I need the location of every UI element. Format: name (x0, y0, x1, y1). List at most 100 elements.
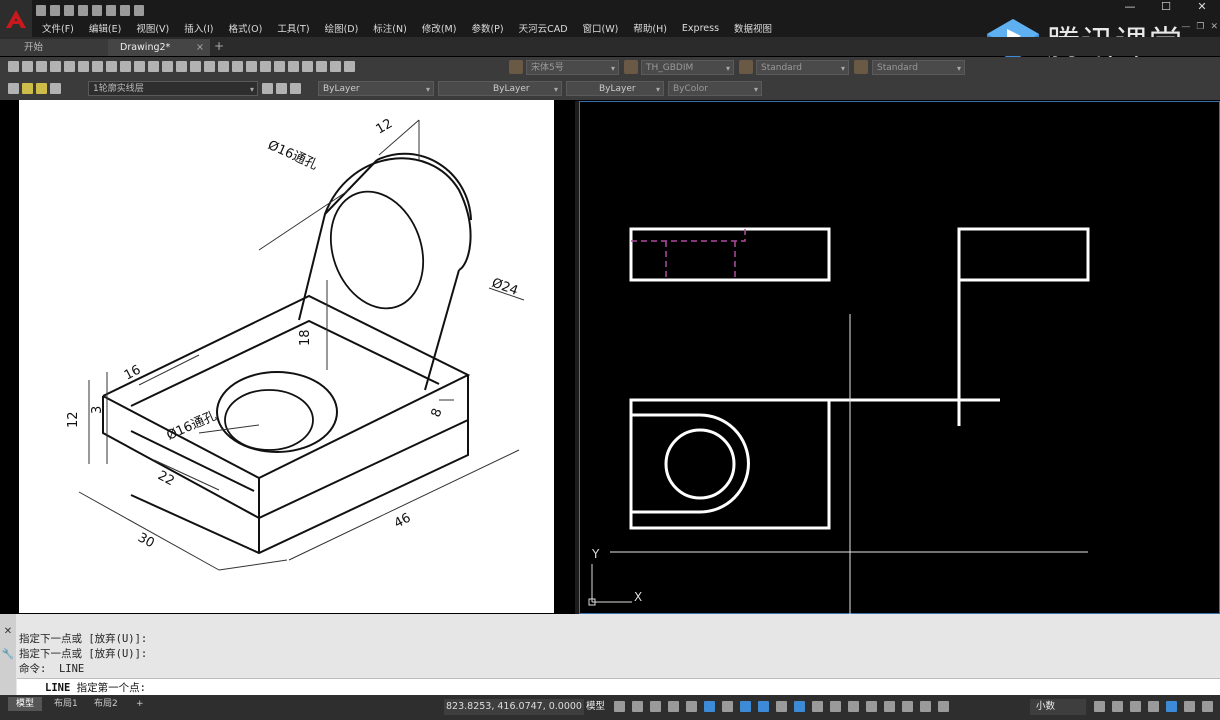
layout-tab-model[interactable]: 模型 (8, 697, 43, 711)
match-properties-icon[interactable] (148, 61, 159, 72)
menu-help[interactable]: 帮助(H) (627, 21, 676, 35)
infer-constraints-icon[interactable] (650, 701, 661, 712)
tab-close-icon[interactable]: × (196, 39, 204, 56)
command-customize-icon[interactable]: 🔧 (0, 649, 16, 660)
menu-express[interactable]: Express (676, 23, 728, 34)
print-icon[interactable] (50, 61, 61, 72)
block-editor-icon[interactable] (162, 61, 173, 72)
menu-dimension[interactable]: 标注(N) (367, 21, 416, 35)
cut-icon[interactable] (106, 61, 117, 72)
menu-data-view[interactable]: 数据视图 (728, 21, 781, 35)
sheet-set-icon[interactable] (302, 61, 313, 72)
menu-edit[interactable]: 编辑(E) (83, 21, 130, 35)
close-icon[interactable]: ✕ (1184, 0, 1220, 14)
selection-filter-icon[interactable] (866, 701, 877, 712)
annotation-visibility-icon[interactable] (902, 701, 913, 712)
hardware-acceleration-icon[interactable] (1148, 701, 1159, 712)
text-style-select[interactable]: 宋体5号 (526, 60, 619, 75)
zoom-previous-icon[interactable] (246, 61, 257, 72)
menu-draw[interactable]: 绘图(D) (319, 21, 368, 35)
quick-properties-icon[interactable] (1094, 701, 1105, 712)
print-preview-icon[interactable] (64, 61, 75, 72)
save-icon[interactable] (64, 4, 74, 16)
menu-parametric[interactable]: 参数(P) (465, 21, 512, 35)
isolate-objects-icon[interactable] (1130, 701, 1141, 712)
command-window-handle[interactable]: ✕ 🔧 (0, 614, 16, 695)
help-icon[interactable] (344, 61, 355, 72)
save-icon[interactable] (36, 61, 47, 72)
menu-tianhe-cad[interactable]: 天河云CAD (513, 21, 577, 35)
minimize-icon[interactable]: — (1112, 0, 1148, 14)
text-style-icon[interactable] (509, 60, 523, 74)
dim-style-icon[interactable] (624, 60, 638, 74)
new-file-icon[interactable] (36, 4, 46, 16)
linetype-select[interactable]: ByLayer (438, 81, 562, 96)
menu-view[interactable]: 视图(V) (130, 21, 178, 35)
layer-on-bulb-icon[interactable] (22, 83, 33, 94)
object-snap-icon[interactable] (758, 701, 769, 712)
menu-window[interactable]: 窗口(W) (577, 21, 628, 35)
lineweight-select[interactable]: ByLayer (566, 81, 664, 96)
model-space-toggle[interactable]: 模型 (586, 699, 605, 715)
snap-icon[interactable] (632, 701, 643, 712)
customization-icon[interactable] (1184, 701, 1195, 712)
layout-tab-2[interactable]: 布局2 (86, 697, 126, 711)
design-center-icon[interactable] (274, 61, 285, 72)
layer-select[interactable]: 1轮廓实线层 (88, 81, 258, 96)
3d-print-icon[interactable] (92, 61, 103, 72)
lock-ui-icon[interactable] (1112, 701, 1123, 712)
menu-modify[interactable]: 修改(M) (416, 21, 466, 35)
tab-drawing2[interactable]: Drawing2* × (108, 39, 210, 56)
workspace-gear-icon[interactable] (920, 701, 931, 712)
menu-tools[interactable]: 工具(T) (271, 21, 318, 35)
table-style-icon[interactable] (739, 60, 753, 74)
dim-style-select[interactable]: TH_GBDIM (641, 60, 734, 75)
tool-palettes-icon[interactable] (288, 61, 299, 72)
plot-icon[interactable] (92, 4, 102, 16)
transparency-icon[interactable] (794, 701, 805, 712)
selection-cycling-icon[interactable] (812, 701, 823, 712)
drawing-viewport[interactable]: Y X (579, 101, 1220, 615)
application-menu-button[interactable] (0, 0, 32, 37)
layer-previous-icon[interactable] (276, 83, 287, 94)
copy-icon[interactable] (120, 61, 131, 72)
dynamic-input-icon[interactable] (668, 701, 679, 712)
maximize-icon[interactable]: ☐ (1148, 0, 1184, 14)
new-icon[interactable] (8, 61, 19, 72)
layer-states-icon[interactable] (290, 83, 301, 94)
open-icon[interactable] (22, 61, 33, 72)
annotation-monitor-icon[interactable] (938, 701, 949, 712)
qat-dropdown-icon[interactable] (134, 4, 144, 16)
layout-tab-1[interactable]: 布局1 (46, 697, 86, 711)
layer-lock-icon[interactable] (50, 83, 61, 94)
paste-icon[interactable] (134, 61, 145, 72)
object-snap-tracking-icon[interactable] (740, 701, 751, 712)
publish-icon[interactable] (78, 61, 89, 72)
units-select[interactable]: 小数 (1030, 699, 1086, 715)
command-input[interactable]: LINE 指定第一个点: (17, 678, 1220, 695)
dynamic-ucs-icon[interactable] (848, 701, 859, 712)
doc-close-icon[interactable]: ✕ (1210, 22, 1218, 32)
menu-file[interactable]: 文件(F) (36, 21, 83, 35)
polar-tracking-icon[interactable] (704, 701, 715, 712)
properties-icon[interactable] (260, 61, 271, 72)
doc-restore-icon[interactable]: ❐ (1196, 22, 1204, 32)
mleader-style-icon[interactable] (854, 60, 868, 74)
layer-freeze-sun-icon[interactable] (36, 83, 47, 94)
gizmo-icon[interactable] (884, 701, 895, 712)
mleader-style-select[interactable]: Standard (872, 60, 965, 75)
grid-icon[interactable] (614, 701, 625, 712)
lineweight-display-icon[interactable] (776, 701, 787, 712)
add-layout-button[interactable]: + (128, 697, 152, 711)
new-tab-button[interactable]: + (214, 39, 224, 53)
color-select[interactable]: ByLayer (318, 81, 434, 96)
menu-insert[interactable]: 插入(I) (178, 21, 222, 35)
status-menu-icon[interactable] (1202, 701, 1213, 712)
table-style-select[interactable]: Standard (756, 60, 849, 75)
isometric-icon[interactable] (722, 701, 733, 712)
quickcalc-icon[interactable] (330, 61, 341, 72)
menu-format[interactable]: 格式(O) (222, 21, 271, 35)
undo-icon[interactable] (176, 61, 187, 72)
layer-properties-icon[interactable] (8, 83, 19, 94)
command-close-icon[interactable]: ✕ (0, 626, 16, 637)
